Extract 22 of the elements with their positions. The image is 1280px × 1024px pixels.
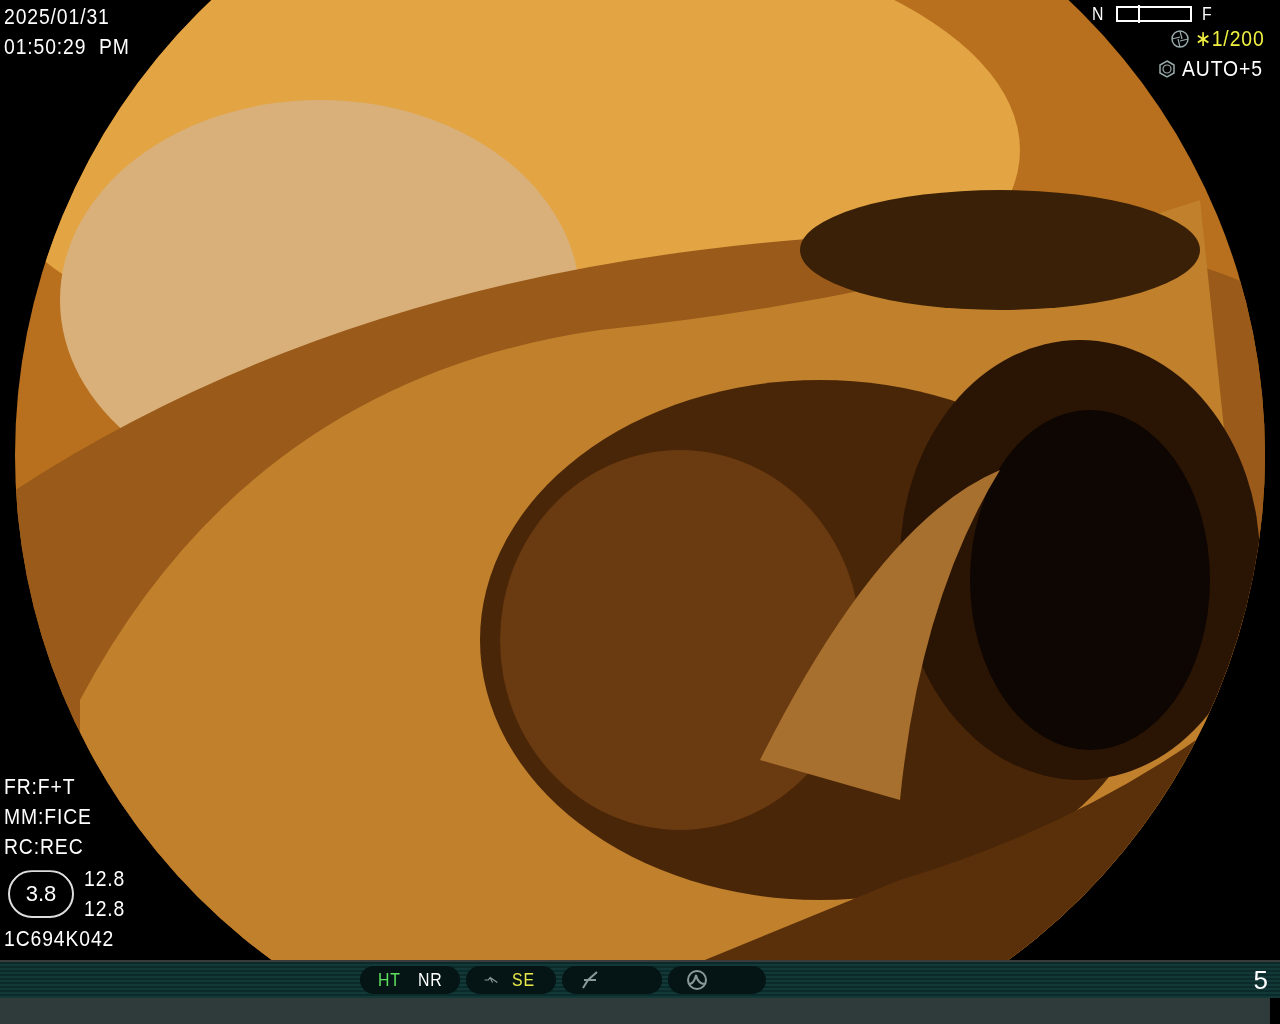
- iris-mode-text: AUTO+5: [1182, 55, 1263, 83]
- zoom-badge: 3.8: [8, 870, 74, 919]
- slope-icon: [580, 970, 600, 991]
- setting-text: RC:REC: [4, 833, 84, 862]
- shutter-icon: [1170, 30, 1189, 48]
- date-text: 2025/01/31: [4, 3, 110, 31]
- status-label: SE: [512, 969, 535, 992]
- status-label: NR: [418, 969, 443, 992]
- reading-text: 12.8: [84, 895, 126, 924]
- status-label: HT: [378, 969, 401, 992]
- shutter-speed-text: ∗1/200: [1194, 25, 1265, 53]
- setting-text: FR:F+T: [4, 773, 76, 802]
- setting-text: MM:FICE: [4, 803, 92, 832]
- time-text: 01:50:29 PM: [4, 33, 130, 61]
- scope-id-text: 1C694K042: [4, 925, 115, 954]
- reading-text: 12.8: [84, 865, 126, 894]
- near-label: N: [1092, 4, 1105, 24]
- peak-icon: [686, 969, 708, 992]
- iris-icon: [1158, 60, 1177, 78]
- far-label: F: [1202, 4, 1213, 24]
- page-number: 5: [1253, 964, 1268, 996]
- curve-icon: [484, 975, 498, 986]
